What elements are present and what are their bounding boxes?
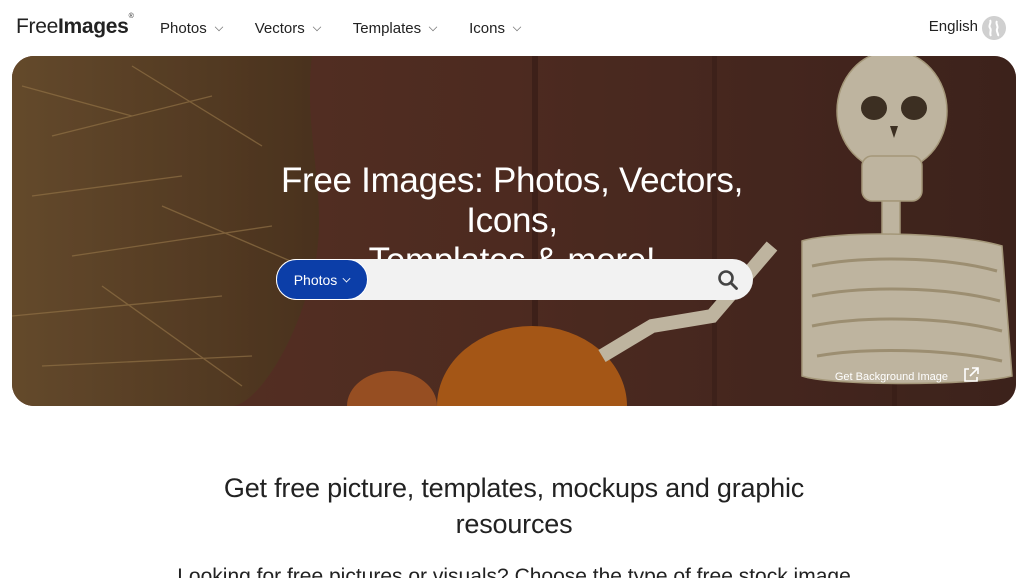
nav-templates[interactable]: Templates [352,19,438,37]
chevron-down-icon [342,274,351,282]
hero-banner: Free Images: Photos, Vectors, Icons, Tem… [12,56,1016,406]
external-link-icon[interactable] [962,366,980,384]
top-navigation-bar: FreeImages® Photos Vectors Templates Ico… [0,0,1028,56]
chevron-down-icon [214,22,223,31]
language-selector[interactable]: English [929,18,978,35]
search-icon[interactable] [717,269,739,291]
search-bar: Photos [276,259,753,300]
nav-photos-label: Photos [160,19,207,37]
nav-icons[interactable]: Icons [469,19,522,37]
nav-templates-label: Templates [352,19,422,37]
section-subtext: Looking for free pictures or visuals? Ch… [177,565,851,578]
logo-text-bold: Images [57,15,129,38]
nav-vectors[interactable]: Vectors [255,20,321,37]
logo-registered-mark: ® [128,13,134,20]
hero-title-line1: Free Images: Photos, Vectors, Icons, [280,161,744,240]
nav-icons-label: Icons [469,19,505,37]
search-type-label: Photos [293,271,338,288]
search-type-dropdown[interactable]: Photos [276,259,368,300]
main-nav: Photos Vectors Templates Icons [160,0,553,56]
search-input[interactable] [376,267,696,292]
section-headline: Get free picture, templates, mockups and… [223,473,805,539]
nav-photos[interactable]: Photos [160,20,223,37]
globe-icon[interactable] [982,16,1006,40]
get-background-image-link[interactable]: Get Background Image [835,371,948,383]
chevron-down-icon [312,22,321,31]
chevron-down-icon [428,22,438,31]
chevron-down-icon [512,22,522,31]
logo-text-light: Free [16,15,58,38]
nav-vectors-label: Vectors [254,19,305,37]
freeimages-logo[interactable]: FreeImages® [16,13,134,39]
